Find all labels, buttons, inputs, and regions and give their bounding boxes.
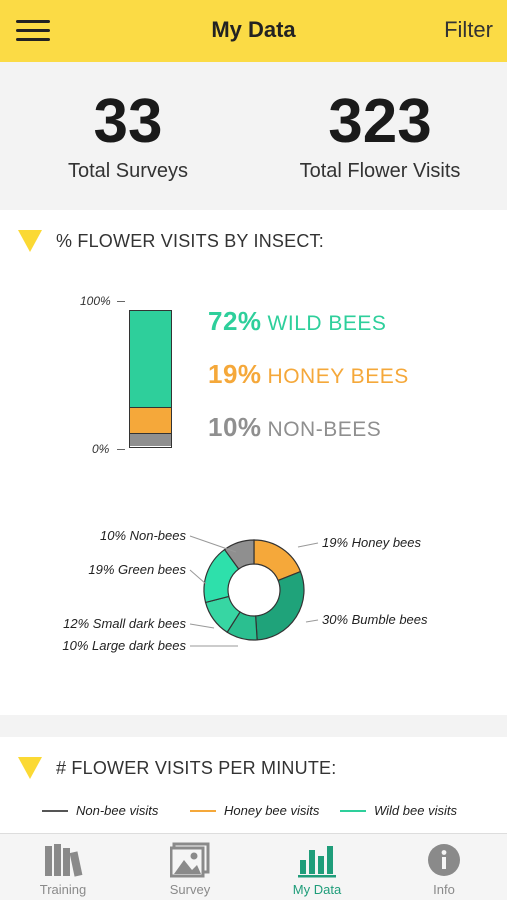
books-icon — [45, 844, 83, 877]
bottom-tab-bar: Training Survey My Data Info — [0, 833, 507, 900]
filter-button[interactable]: Filter — [444, 17, 493, 43]
tab-survey[interactable]: Survey — [127, 834, 253, 900]
total-surveys-label: Total Surveys — [67, 160, 189, 182]
tab-label: My Data — [292, 882, 342, 897]
donut-leader-line — [297, 542, 319, 548]
total-visits-stat: 323 Total Flower Visits — [270, 90, 490, 183]
legend-label: Non-bee visits — [76, 803, 159, 818]
tab-training[interactable]: Training — [0, 834, 126, 900]
donut-leader-line — [189, 535, 237, 553]
donut-slice-bumble-bees — [254, 570, 305, 641]
donut-label: 10% Large dark bees — [62, 638, 186, 653]
legend-wild-bee-visits: Wild bee visits — [340, 803, 457, 818]
donut-label: 12% Small dark bees — [63, 616, 186, 631]
visits-per-minute-section: # FLOWER VISITS PER MINUTE: Non-bee visi… — [0, 737, 507, 833]
total-surveys-stat: 33 Total Surveys — [40, 90, 216, 183]
tab-my-data[interactable]: My Data — [254, 834, 380, 900]
total-surveys-value: 33 — [93, 87, 163, 156]
summary-stats: 33 Total Surveys 323 Total Flower Visits — [0, 62, 507, 210]
section-title: # FLOWER VISITS PER MINUTE: — [56, 757, 337, 778]
donut-label: 19% Green bees — [88, 562, 186, 577]
legend-honey-bee-visits: Honey bee visits — [190, 803, 319, 818]
donut-leader-line — [189, 623, 215, 629]
donut-label: 10% Non-bees — [100, 528, 186, 543]
visits-by-insect-section: % FLOWER VISITS BY INSECT: 100% 0% 72% WI… — [0, 210, 507, 715]
info-icon — [428, 844, 460, 876]
page-title: My Data — [211, 17, 296, 42]
donut-leader-line — [189, 569, 207, 585]
legend-line-wild-bee — [340, 809, 366, 812]
total-visits-value: 323 — [328, 87, 432, 156]
tab-label: Training — [39, 882, 87, 897]
visits-per-minute-header[interactable]: # FLOWER VISITS PER MINUTE: — [18, 757, 336, 779]
legend-line-non-bee — [42, 809, 68, 812]
legend-label: Wild bee visits — [374, 803, 457, 818]
legend-label: Honey bee visits — [224, 803, 320, 818]
top-app-bar: My Data Filter — [0, 0, 507, 62]
legend-non-bee-visits: Non-bee visits — [42, 803, 158, 818]
collapse-triangle-icon[interactable] — [18, 757, 42, 779]
legend-line-honey-bee — [190, 809, 216, 812]
section-divider — [0, 715, 507, 737]
bar-chart-icon — [298, 846, 336, 878]
tab-info[interactable]: Info — [381, 834, 507, 900]
tab-label: Survey — [169, 882, 211, 897]
donut-label: 19% Honey bees — [322, 535, 422, 550]
donut-leader-line — [305, 619, 319, 623]
donut-label: 30% Bumble bees — [322, 612, 428, 627]
tab-label: Info — [433, 882, 455, 897]
photo-icon — [170, 842, 210, 878]
insect-donut-chart: 19% Honey bees 30% Bumble bees 10% Large d… — [62, 528, 428, 653]
total-visits-label: Total Flower Visits — [299, 160, 461, 182]
